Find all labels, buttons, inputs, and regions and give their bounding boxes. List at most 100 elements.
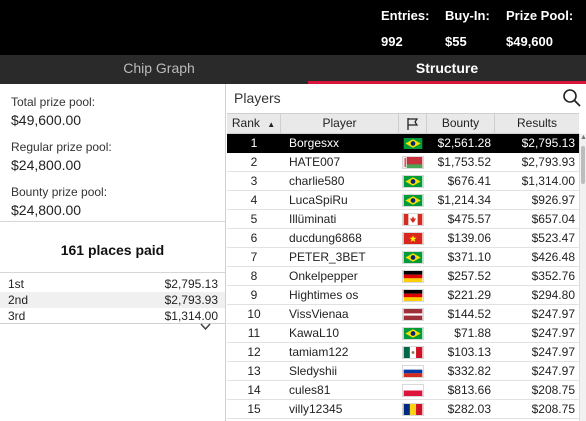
payout-row: 2nd $2,793.93 [0,292,225,308]
player-name-cell: cules81 [289,383,331,397]
sort-ascending-icon: ▲ [267,120,276,129]
result-cell: $247.97 [531,326,575,340]
table-row[interactable]: 12 tamiam122 $103.13 $247.97 [227,343,579,362]
divider [0,272,225,273]
table-row[interactable]: 7 PETER_3BET $371.10 $426.48 [227,248,579,267]
rank-cell: 7 [250,250,258,264]
result-cell: $523.47 [531,231,575,245]
player-name-cell: Onkelpepper [289,269,358,283]
bounty-prize-pool: Bounty prize pool: $24,800.00 [11,185,107,218]
total-prize-pool: Total prize pool: $49,600.00 [11,95,95,128]
table-row[interactable]: 4 LucaSpiRu $1,214.34 $926.97 [227,191,579,210]
vietnam-flag-icon [402,232,424,245]
tab-structure[interactable]: Structure [308,55,586,84]
brazil-flag-icon [402,251,424,264]
bounty-cell: $676.41 [447,174,491,188]
player-name-cell: PETER_3BET [289,250,366,264]
player-name-cell: VissVienaa [289,307,349,321]
table-row[interactable]: 13 Sledyshii $332.82 $247.97 [227,362,579,381]
bounty-cell: $71.88 [454,326,491,340]
regular-prize-pool: Regular prize pool: $24,800.00 [11,140,112,173]
bounty-prize-pool-value: $24,800.00 [11,202,82,218]
buyin-stat: Buy-In: $55 [445,8,490,49]
mexico-flag-icon [402,346,424,359]
bounty-cell: $813.66 [447,383,491,397]
result-cell: $2,795.13 [521,136,575,150]
player-name-cell: Sledyshii [289,364,338,378]
scrollbar-thumb[interactable] [581,146,585,184]
table-row[interactable]: 9 Hightimes os $221.29 $294.80 [227,286,579,305]
flag-column-header[interactable] [399,114,427,133]
total-prize-pool-value: $49,600.00 [11,112,82,128]
prize-pool-value: $49,600 [506,34,553,49]
player-name-cell: Borgesxx [289,136,340,150]
russia-flag-icon [402,365,424,378]
brazil-flag-icon [402,137,424,150]
poland-flag-icon [402,384,424,397]
result-cell: $926.97 [531,193,575,207]
payout-row: 3rd $1,314.00 [0,308,225,324]
player-name-cell: HATE007 [289,155,341,169]
scroll-up-icon[interactable]: ▲ [580,134,586,142]
table-row[interactable]: 6 ducdung6868 $139.06 $523.47 [227,229,579,248]
tournament-stats-bar: Entries: 992 Buy-In: $55 Prize Pool: $49… [0,0,586,55]
tab-chip-graph[interactable]: Chip Graph [0,55,318,84]
table-row[interactable]: 11 KawaL10 $71.88 $247.97 [227,324,579,343]
player-column-header[interactable]: Player [281,114,399,133]
bounty-column-header[interactable]: Bounty [427,114,495,133]
buyin-value: $55 [445,34,467,49]
bounty-cell: $1,214.34 [437,193,491,207]
payout-amount: $2,793.93 [164,293,218,307]
table-row[interactable]: 8 Onkelpepper $257.52 $352.76 [227,267,579,286]
entries-label: Entries: [381,8,430,23]
player-name-cell: Illüminati [289,212,337,226]
players-scrollbar[interactable]: ▲ [579,134,586,421]
result-cell: $2,793.93 [521,155,575,169]
rank-cell: 10 [247,307,261,321]
entries-value: 992 [381,34,403,49]
tab-bar: Chip Graph Structure [0,55,586,84]
results-column-header[interactable]: Results [495,114,579,133]
player-name-cell: villy12345 [289,402,343,416]
payout-position: 1st [8,277,25,291]
rank-column-header[interactable]: Rank ▲ [227,114,281,133]
rank-cell: 15 [247,402,261,416]
prize-pool-label: Prize Pool: [506,8,574,23]
bounty-cell: $282.03 [447,402,491,416]
buyin-label: Buy-In: [445,8,490,23]
bounty-cell: $139.06 [447,231,491,245]
brazil-flag-icon [402,175,424,188]
prize-pool-stat: Prize Pool: $49,600 [506,8,573,49]
search-icon[interactable] [562,88,582,108]
table-row[interactable]: 15 villy12345 $282.03 $208.75 [227,400,579,419]
rank-header-label: Rank [231,116,260,130]
result-cell: $247.97 [531,307,575,321]
result-cell: $247.97 [531,364,575,378]
table-row-selected[interactable]: 1 Borgesxx $2,561.28 $2,795.13 [227,134,579,153]
result-cell: $247.97 [531,345,575,359]
prize-info-panel: Total prize pool: $49,600.00 Regular pri… [0,84,226,421]
rank-cell: 1 [250,136,258,150]
player-name-cell: KawaL10 [289,326,340,340]
germany-flag-icon [402,270,424,283]
rank-cell: 9 [250,288,258,302]
players-table-header: Rank ▲ Player Bounty Results [227,113,579,134]
result-cell: $1,314.00 [521,174,575,188]
brazil-flag-icon [402,194,424,207]
result-cell: $426.48 [531,250,575,264]
table-row[interactable]: 3 charlie580 $676.41 $1,314.00 [227,172,579,191]
places-paid-title: 161 places paid [60,242,165,258]
belarus-flag-icon [402,156,424,169]
table-row[interactable]: 10 VissVienaa $144.52 $247.97 [227,305,579,324]
bounty-cell: $2,561.28 [437,136,491,150]
bounty-cell: $475.57 [447,212,491,226]
player-name-cell: Hightimes os [289,288,359,302]
table-row[interactable]: 5 Illüminati $475.57 $657.04 [227,210,579,229]
expand-payouts-button[interactable] [0,323,225,334]
table-row[interactable]: 14 cules81 $813.66 $208.75 [227,381,579,400]
table-row[interactable]: 2 HATE007 $1,753.52 $2,793.93 [227,153,579,172]
germany-flag-icon [402,289,424,302]
chevron-down-icon [200,320,211,334]
result-cell: $294.80 [531,288,575,302]
latvia-flag-icon [402,308,424,321]
